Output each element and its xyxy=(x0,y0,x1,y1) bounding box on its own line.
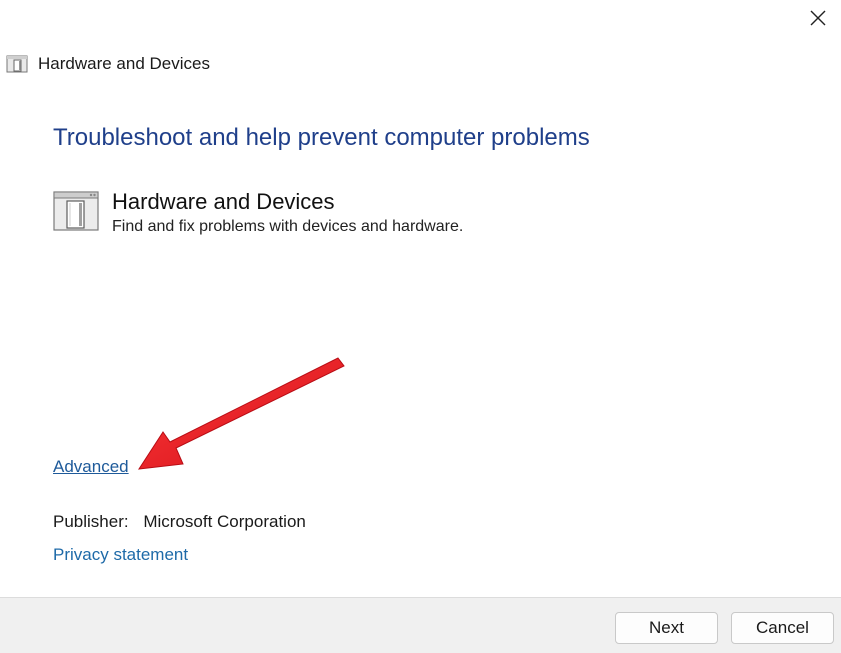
window-title: Hardware and Devices xyxy=(38,54,210,73)
title-bar: Hardware and Devices xyxy=(6,50,210,78)
publisher-value: Microsoft Corporation xyxy=(143,512,306,531)
hardware-device-icon xyxy=(53,191,99,231)
close-icon xyxy=(810,10,826,26)
troubleshooter-window: Hardware and Devices Troubleshoot and he… xyxy=(0,0,841,653)
advanced-link[interactable]: Advanced xyxy=(53,457,129,477)
troubleshooter-description: Find and fix problems with devices and h… xyxy=(112,218,464,235)
troubleshooter-item: Hardware and Devices Find and fix proble… xyxy=(53,188,463,238)
hardware-device-icon xyxy=(6,55,28,73)
footer-bar: Next Cancel xyxy=(0,597,841,653)
publisher-info: Publisher: Microsoft Corporation xyxy=(53,512,306,532)
publisher-label: Publisher: xyxy=(53,512,129,531)
close-button[interactable] xyxy=(795,0,841,36)
privacy-statement-link[interactable]: Privacy statement xyxy=(53,545,188,565)
troubleshooter-title: Hardware and Devices xyxy=(112,189,335,214)
next-button[interactable]: Next xyxy=(615,612,718,644)
cancel-button[interactable]: Cancel xyxy=(731,612,834,644)
page-title: Troubleshoot and help prevent computer p… xyxy=(53,124,590,151)
arrow-shape xyxy=(138,357,345,470)
